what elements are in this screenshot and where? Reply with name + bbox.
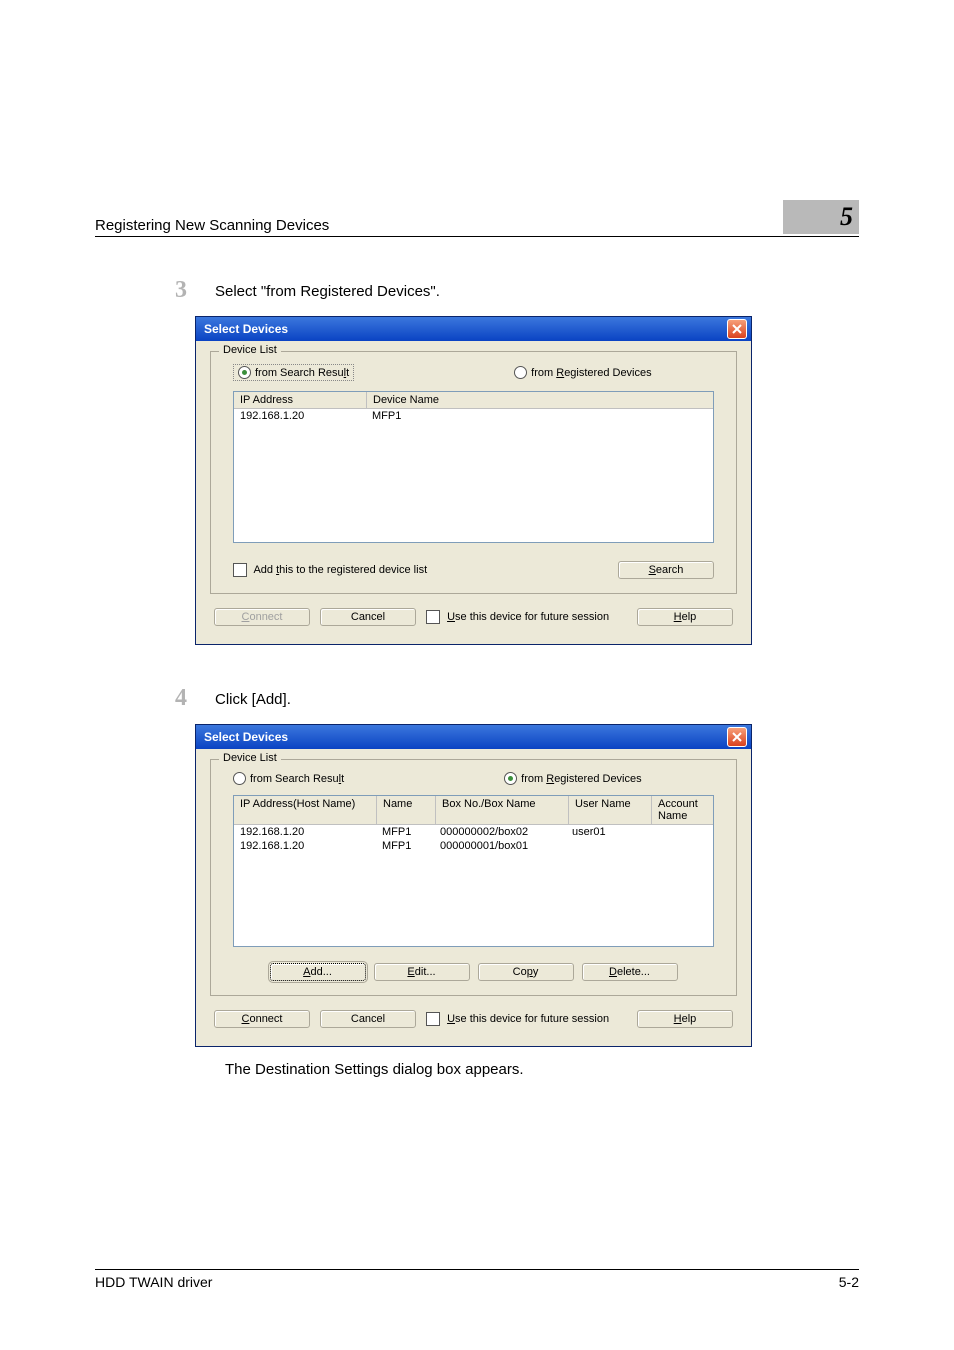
col-box[interactable]: Box No./Box Name <box>436 796 569 824</box>
step-4-result-text: The Destination Settings dialog box appe… <box>225 1061 859 1078</box>
step-3-text: Select "from Registered Devices". <box>215 277 440 304</box>
chapter-number: 5 <box>783 200 859 234</box>
dialog2-title: Select Devices <box>204 730 288 744</box>
use-future-checkbox[interactable]: Use this device for future session <box>426 610 609 624</box>
device-listview[interactable]: IP Address(Host Name) Name Box No./Box N… <box>233 795 714 947</box>
page-header-title: Registering New Scanning Devices <box>95 217 329 234</box>
add-button[interactable]: Add... <box>270 963 366 981</box>
footer-right: 5-2 <box>839 1274 859 1290</box>
radio-empty-icon <box>233 772 246 785</box>
radio-from-search-result[interactable]: from Search Result <box>233 364 354 381</box>
dialog1-title: Select Devices <box>204 322 288 336</box>
footer-left: HDD TWAIN driver <box>95 1274 212 1290</box>
device-listview[interactable]: IP Address Device Name 192.168.1.20 MFP1 <box>233 391 714 543</box>
add-to-registered-checkbox[interactable]: Add this to the registered device list <box>233 563 427 577</box>
col-user[interactable]: User Name <box>569 796 652 824</box>
cancel-button[interactable]: Cancel <box>320 608 416 626</box>
copy-button[interactable]: Copy <box>478 963 574 981</box>
radio-from-registered-devices[interactable]: from Registered Devices <box>504 772 641 785</box>
step-4-text: Click [Add]. <box>215 685 291 712</box>
help-button[interactable]: Help <box>637 608 733 626</box>
radio-dot-icon <box>238 366 251 379</box>
checkbox-icon <box>426 1012 440 1026</box>
radio-empty-icon <box>514 366 527 379</box>
edit-button[interactable]: Edit... <box>374 963 470 981</box>
select-devices-dialog-1: Select Devices Device List from Search R… <box>195 316 752 645</box>
checkbox-icon <box>233 563 247 577</box>
table-row[interactable]: 192.168.1.20 MFP1 000000001/box01 <box>234 839 713 853</box>
col-account[interactable]: Account Name <box>652 796 713 824</box>
close-icon[interactable] <box>727 727 747 747</box>
use-future-checkbox[interactable]: Use this device for future session <box>426 1012 609 1026</box>
col-ip[interactable]: IP Address <box>234 392 367 408</box>
table-row[interactable]: 192.168.1.20 MFP1 <box>234 409 713 423</box>
close-icon[interactable] <box>727 319 747 339</box>
radio-from-registered-devices[interactable]: from Registered Devices <box>514 364 651 381</box>
connect-button[interactable]: Connect <box>214 1010 310 1028</box>
table-row[interactable]: 192.168.1.20 MFP1 000000002/box02 user01 <box>234 825 713 839</box>
col-name[interactable]: Device Name <box>367 392 713 408</box>
delete-button[interactable]: Delete... <box>582 963 678 981</box>
col-name[interactable]: Name <box>377 796 436 824</box>
step-4-number: 4 <box>175 685 215 712</box>
group-legend: Device List <box>219 752 281 764</box>
select-devices-dialog-2: Select Devices Device List from Search R… <box>195 724 752 1047</box>
connect-button[interactable]: Connect <box>214 608 310 626</box>
step-3-number: 3 <box>175 277 215 304</box>
help-button[interactable]: Help <box>637 1010 733 1028</box>
checkbox-icon <box>426 610 440 624</box>
search-button[interactable]: Search <box>618 561 714 579</box>
col-ip[interactable]: IP Address(Host Name) <box>234 796 377 824</box>
radio-from-search-result[interactable]: from Search Result <box>233 772 344 785</box>
cancel-button[interactable]: Cancel <box>320 1010 416 1028</box>
radio-dot-icon <box>504 772 517 785</box>
group-legend: Device List <box>219 344 281 356</box>
